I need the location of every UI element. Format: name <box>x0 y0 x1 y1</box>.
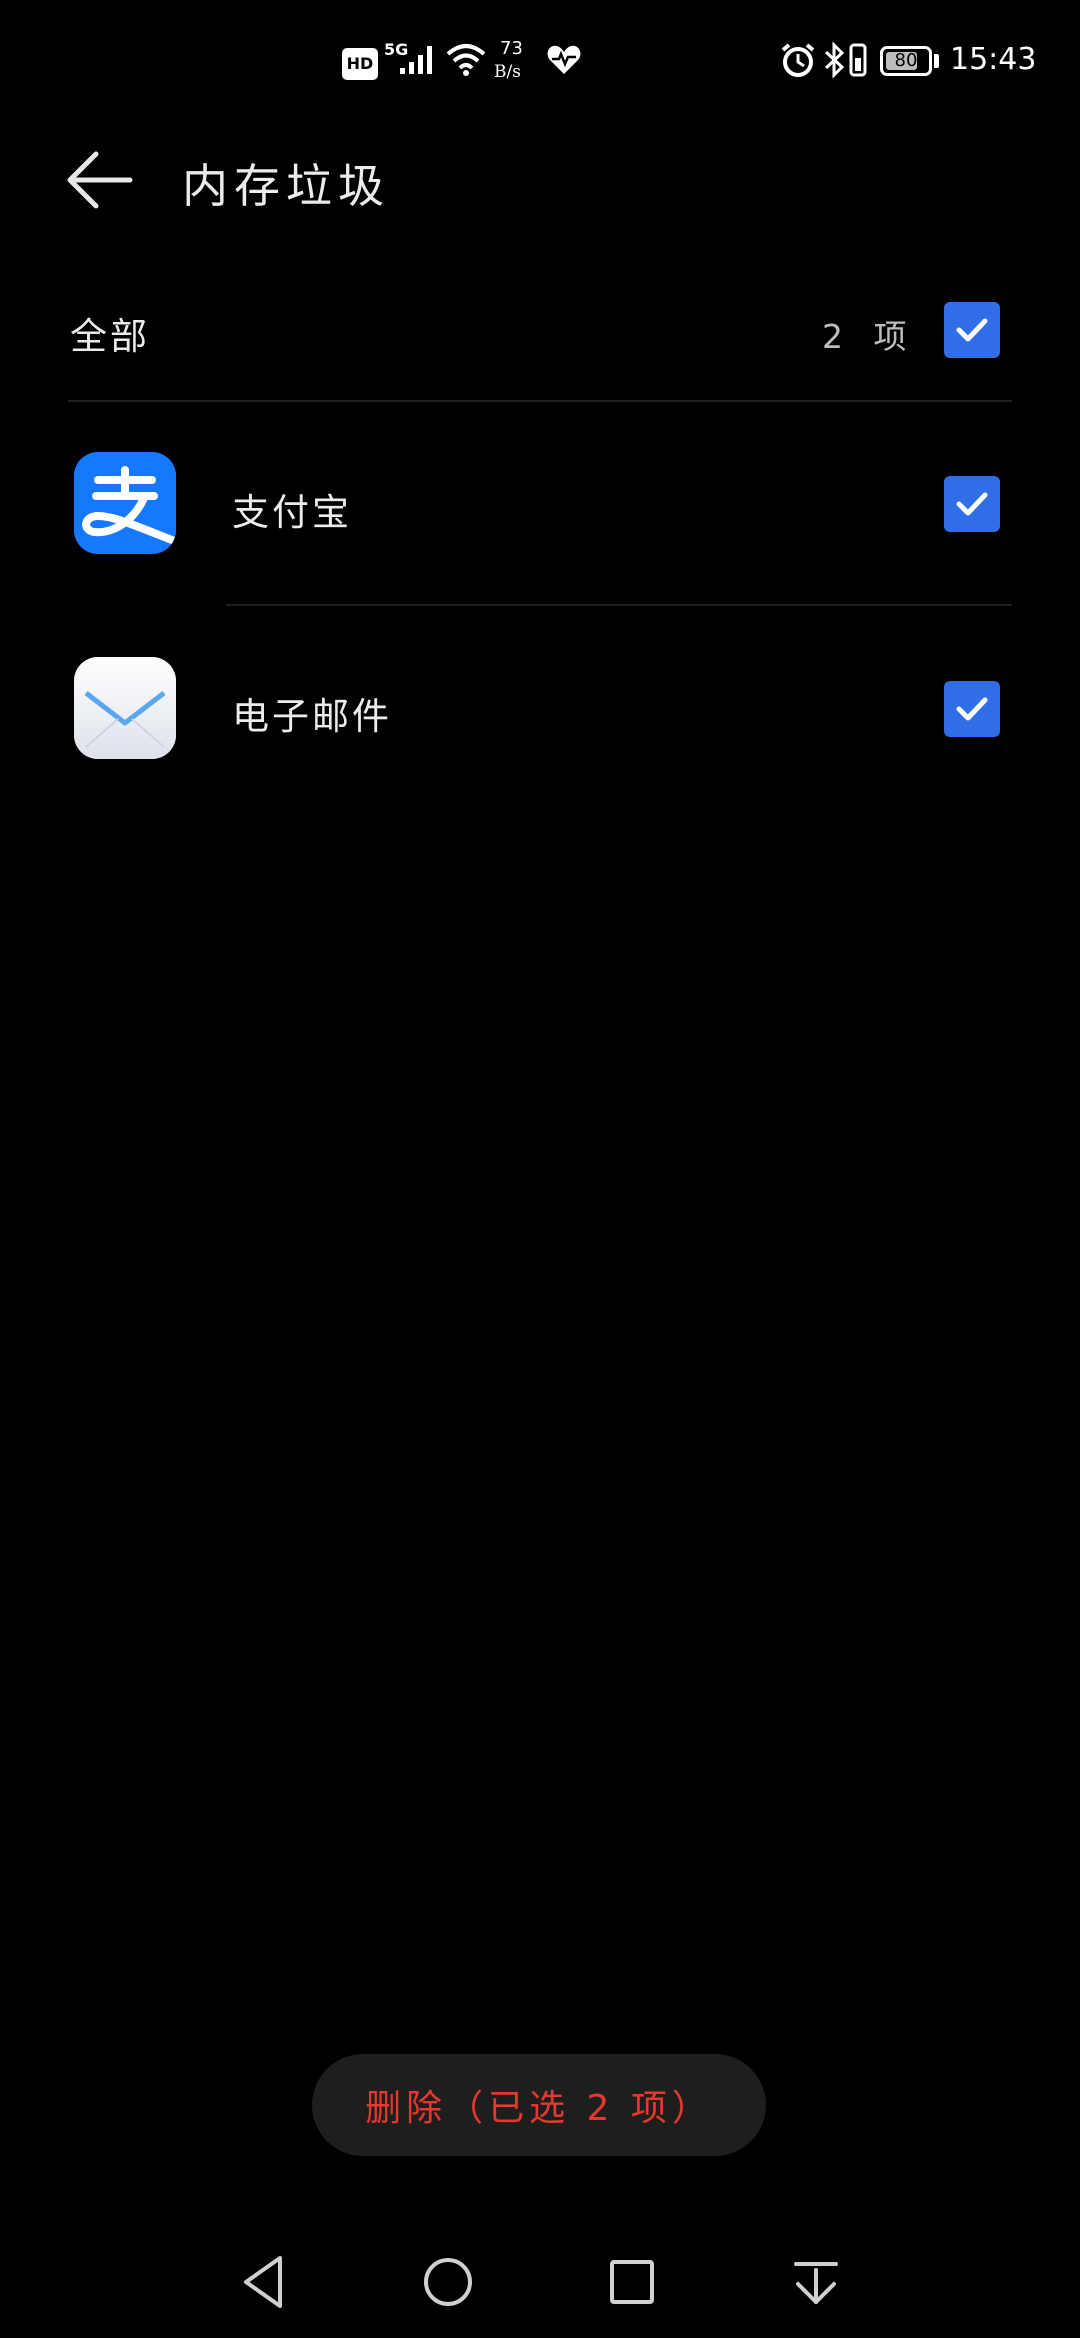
network-speed-value: 73 <box>500 38 523 59</box>
battery-icon: 80 <box>880 46 932 76</box>
heart-health-icon <box>547 45 581 74</box>
email-checkbox[interactable] <box>944 681 1000 737</box>
nav-notification-icon <box>794 2262 838 2304</box>
nav-back-icon <box>244 2256 282 2308</box>
nav-notification-button[interactable] <box>784 2250 848 2314</box>
back-button[interactable] <box>60 140 140 220</box>
selected-count: 2 项 <box>822 317 917 356</box>
nav-recent-icon <box>610 2260 654 2304</box>
app-name-alipay: 支付宝 <box>232 491 352 534</box>
check-icon <box>956 492 988 516</box>
alarm-icon <box>781 43 815 77</box>
network-speed-unit: B/s <box>494 62 521 82</box>
bluetooth-icon <box>824 42 845 78</box>
alipay-icon <box>74 452 176 554</box>
delete-button-label: 删除（已选 2 项） <box>365 2088 713 2129</box>
check-icon <box>956 318 988 342</box>
page-title: 内存垃圾 <box>182 159 390 213</box>
battery-nub <box>934 54 939 68</box>
check-icon <box>956 697 988 721</box>
delete-button[interactable]: 删除（已选 2 项） <box>312 2054 766 2156</box>
select-all-checkbox[interactable] <box>944 302 1000 358</box>
nav-home-icon <box>424 2258 472 2306</box>
signal-icon <box>400 46 432 74</box>
wifi-icon <box>446 44 486 76</box>
nav-home-button[interactable] <box>416 2250 480 2314</box>
battery-percent-label: 80 <box>894 50 918 71</box>
nav-recent-button[interactable] <box>600 2250 664 2314</box>
status-bar: HD 5G 73 B/s 80 15:43 <box>0 0 1080 120</box>
arrow-left-icon <box>67 151 133 209</box>
app-name-email: 电子邮件 <box>232 695 392 738</box>
alipay-checkbox[interactable] <box>944 476 1000 532</box>
nav-back-button[interactable] <box>232 2250 296 2314</box>
status-time: 15:43 <box>950 42 1037 77</box>
hd-icon: HD <box>342 48 378 80</box>
email-icon <box>74 657 176 759</box>
divider <box>226 604 1012 606</box>
vibrate-icon <box>849 43 867 77</box>
select-all-label: 全部 <box>70 315 150 358</box>
divider <box>68 400 1012 402</box>
